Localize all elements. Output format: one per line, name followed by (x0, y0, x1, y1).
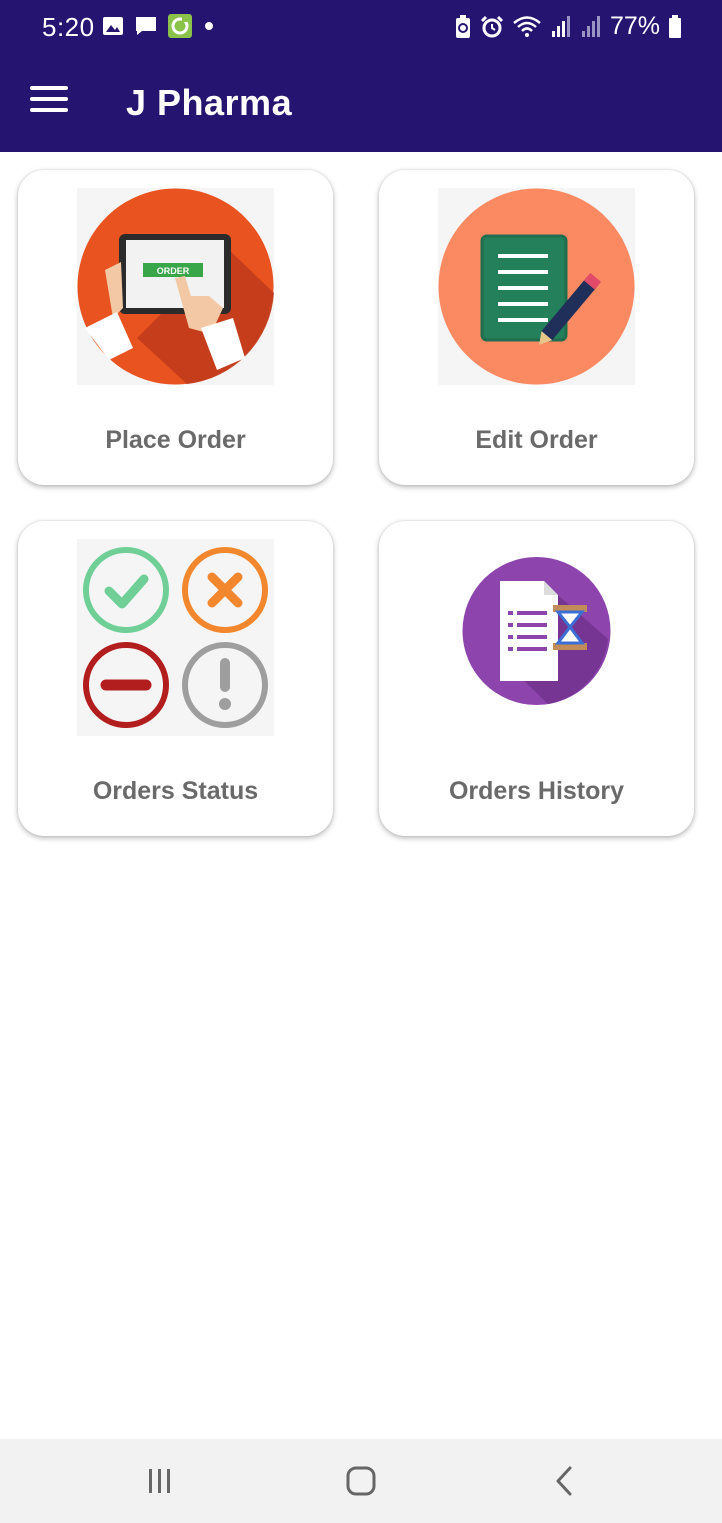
alarm-icon (480, 15, 504, 37)
wifi-icon (513, 15, 541, 37)
back-icon[interactable] (545, 1461, 585, 1501)
orders-history-label: Orders History (448, 777, 625, 805)
status-bar: 5:20 77% (0, 0, 722, 56)
orders-status-icon (77, 539, 274, 736)
battery-percent: 77% (609, 12, 660, 40)
status-right-icons: 77% (454, 12, 682, 41)
orders-history-card[interactable]: Orders History (379, 521, 694, 836)
place-order-card[interactable]: ORDER Place Order (18, 170, 333, 485)
signal-icon-2 (581, 15, 600, 37)
gallery-icon (103, 17, 123, 35)
edit-order-icon (438, 188, 635, 385)
signal-icon (551, 15, 570, 37)
home-icon[interactable] (341, 1461, 381, 1501)
orders-history-icon (438, 539, 635, 736)
message-icon (136, 17, 156, 35)
status-time: 5:20 (42, 12, 95, 42)
orders-status-label: Orders Status (92, 777, 259, 805)
navigation-bar (0, 1439, 722, 1523)
hamburger-menu-icon[interactable] (30, 86, 68, 120)
sync-app-icon (168, 14, 192, 38)
place-order-label: Place Order (105, 426, 246, 454)
notification-dot (205, 22, 213, 30)
battery-saver-icon (455, 14, 470, 38)
orders-status-card[interactable]: Orders Status (18, 521, 333, 836)
app-bar: J Pharma (0, 56, 722, 152)
edit-order-card[interactable]: Edit Order (379, 170, 694, 485)
status-left-icons (102, 14, 216, 38)
edit-order-label: Edit Order (475, 426, 598, 454)
battery-icon (669, 14, 681, 38)
app-title: J Pharma (126, 82, 293, 123)
place-order-icon: ORDER (77, 188, 274, 385)
order-badge-text: ORDER (157, 266, 190, 276)
recent-apps-icon[interactable] (140, 1461, 180, 1501)
